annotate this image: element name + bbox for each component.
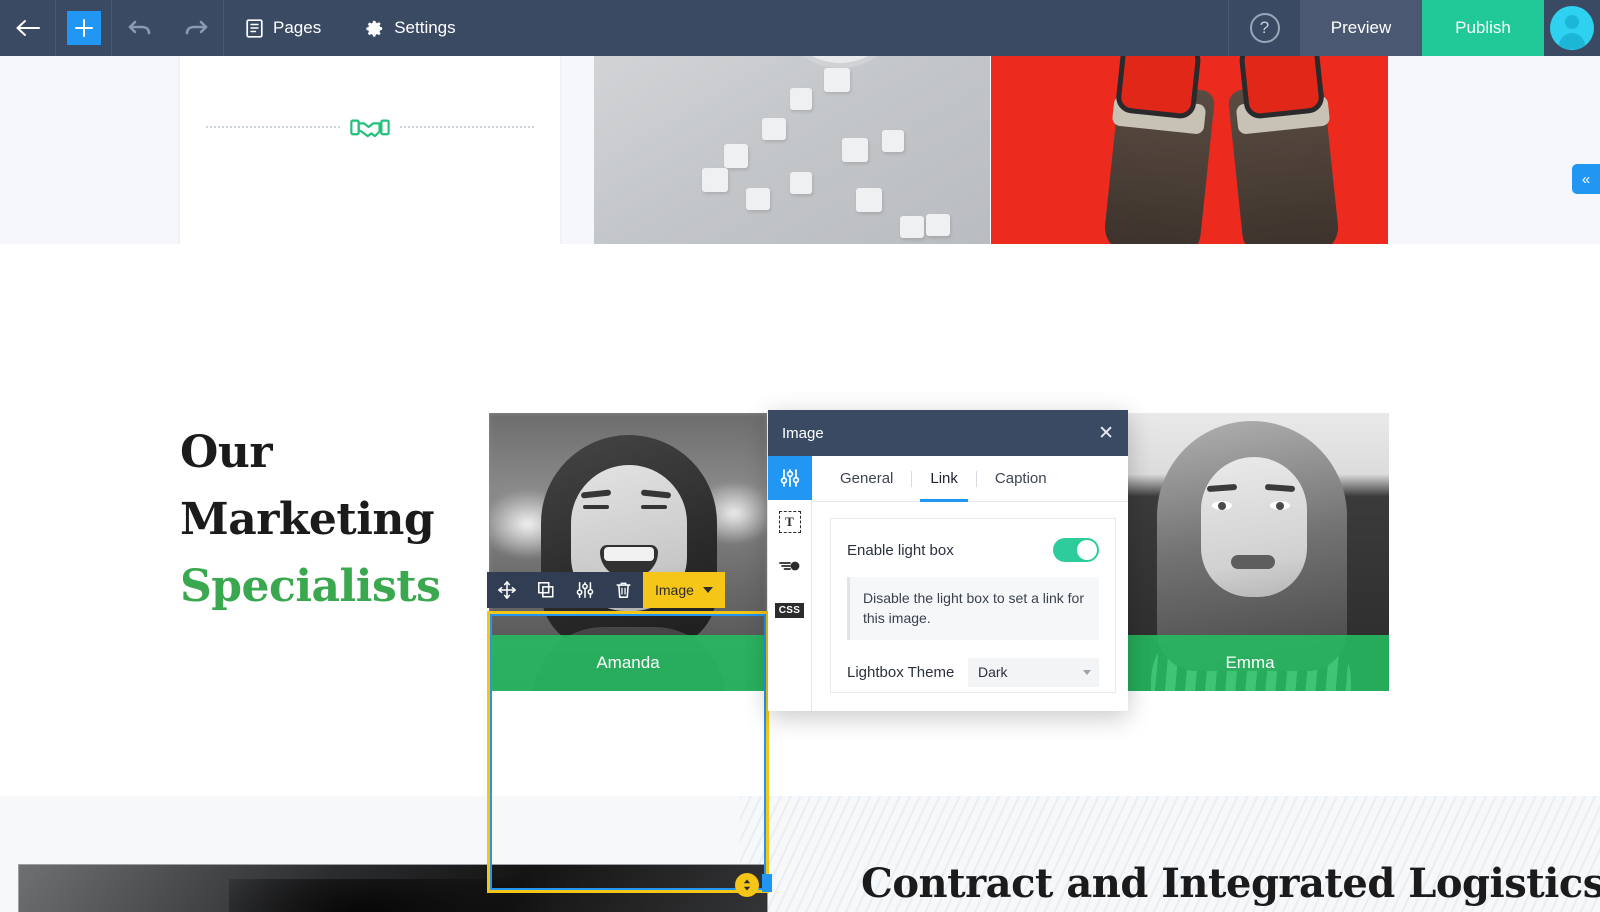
dialog-panel-link: Enable light box Disable the light box t… bbox=[812, 502, 1128, 711]
delete-button[interactable] bbox=[604, 572, 643, 608]
text-box-icon: T bbox=[778, 511, 801, 533]
lightbox-toggle-row: Enable light box bbox=[847, 533, 1099, 567]
tab-link[interactable]: Link bbox=[912, 456, 976, 502]
undo-arrow-icon bbox=[128, 20, 151, 35]
divider-with-icon bbox=[206, 112, 534, 142]
divider-line-right bbox=[400, 126, 534, 128]
collapse-panel-tab[interactable]: « bbox=[1572, 164, 1600, 194]
rail-item-animation[interactable] bbox=[768, 544, 812, 588]
dialog-body: T CSS General Link Caption Enable light … bbox=[767, 456, 1128, 711]
rail-item-settings[interactable] bbox=[767, 456, 812, 500]
top-toolbar: Pages Settings ? Preview Publish bbox=[0, 0, 1600, 56]
pages-label: Pages bbox=[273, 18, 322, 37]
sliders-icon bbox=[576, 582, 593, 598]
redo-arrow-icon bbox=[185, 20, 207, 35]
trash-icon bbox=[616, 582, 631, 598]
link-settings-card: Enable light box Disable the light box t… bbox=[830, 518, 1116, 693]
feature-card[interactable] bbox=[180, 56, 560, 246]
section-features bbox=[0, 56, 1600, 246]
caption-emma: Emma bbox=[1111, 635, 1389, 691]
back-button[interactable] bbox=[0, 0, 56, 56]
caption-amanda: Amanda bbox=[489, 635, 767, 691]
pages-menu-item[interactable]: Pages bbox=[224, 0, 343, 56]
red-sneakers-image[interactable] bbox=[991, 56, 1388, 246]
publish-button[interactable]: Publish bbox=[1422, 0, 1544, 56]
image-settings-dialog[interactable]: Image ✕ T CSS General Link Caption Enabl… bbox=[767, 410, 1128, 711]
sugar-cubes-image[interactable] bbox=[594, 56, 990, 246]
logistics-title: Contract and Integrated Logistics bbox=[861, 860, 1600, 907]
headline-line-1: Our bbox=[180, 427, 273, 478]
chevron-down-icon bbox=[702, 587, 713, 593]
bowl-shape bbox=[776, 56, 904, 68]
dialog-header[interactable]: Image ✕ bbox=[768, 410, 1128, 456]
chevron-down-icon bbox=[1083, 669, 1091, 675]
copy-icon bbox=[537, 582, 554, 598]
shoe-right bbox=[1236, 56, 1326, 120]
section-logistics: Contract and Integrated Logistics bbox=[0, 796, 1600, 912]
element-toolbar: Image bbox=[487, 572, 725, 608]
pages-icon bbox=[246, 18, 263, 38]
arrow-left-icon bbox=[16, 20, 40, 36]
team-card-amanda[interactable]: Amanda bbox=[489, 413, 767, 691]
redo-button[interactable] bbox=[168, 0, 224, 56]
duplicate-button[interactable] bbox=[526, 572, 565, 608]
headline-line-3: Specialists bbox=[180, 560, 441, 612]
lightbox-theme-select[interactable]: Dark bbox=[968, 657, 1099, 687]
help-button[interactable]: ? bbox=[1228, 0, 1300, 56]
animation-icon bbox=[778, 561, 799, 571]
dialog-tabs: General Link Caption bbox=[812, 456, 1128, 502]
undo-button[interactable] bbox=[112, 0, 168, 56]
settings-menu-item[interactable]: Settings bbox=[343, 0, 477, 56]
selection-nub[interactable] bbox=[762, 874, 772, 892]
element-type-dropdown[interactable]: Image bbox=[643, 572, 725, 608]
resize-vertical-icon bbox=[743, 879, 751, 891]
element-settings-button[interactable] bbox=[565, 572, 604, 608]
tab-general[interactable]: General bbox=[822, 456, 911, 502]
add-element-button[interactable] bbox=[56, 0, 112, 56]
resize-handle[interactable] bbox=[735, 873, 759, 897]
team-card-emma[interactable]: Emma bbox=[1111, 413, 1389, 691]
question-mark-icon: ? bbox=[1249, 13, 1280, 43]
close-icon[interactable]: ✕ bbox=[1098, 424, 1114, 443]
move-button[interactable] bbox=[487, 572, 526, 608]
css-icon: CSS bbox=[774, 602, 805, 618]
preview-button[interactable]: Preview bbox=[1300, 0, 1422, 56]
lightbox-hint: Disable the light box to set a link for … bbox=[847, 577, 1099, 640]
divider-line-left bbox=[206, 126, 340, 128]
dialog-title: Image bbox=[782, 424, 824, 442]
toggle-knob bbox=[1077, 540, 1097, 560]
logistics-image[interactable] bbox=[18, 864, 768, 912]
dialog-side-rail: T CSS bbox=[767, 456, 812, 711]
settings-label: Settings bbox=[394, 18, 456, 37]
move-arrows-icon bbox=[497, 581, 516, 599]
lightbox-theme-label: Lightbox Theme bbox=[847, 663, 955, 681]
rail-item-css[interactable]: CSS bbox=[768, 588, 812, 632]
rail-item-typography[interactable]: T bbox=[768, 500, 812, 544]
plus-icon[interactable] bbox=[66, 11, 101, 45]
handshake-icon bbox=[350, 119, 390, 138]
user-avatar-icon bbox=[1550, 6, 1594, 50]
dialog-main: General Link Caption Enable light box Di… bbox=[812, 456, 1128, 711]
page-canvas[interactable]: Our Marketing Specialists Amanda Emma Im… bbox=[0, 56, 1600, 912]
element-type-label: Image bbox=[655, 582, 694, 598]
tab-caption[interactable]: Caption bbox=[977, 456, 1065, 502]
lightbox-toggle-label: Enable light box bbox=[847, 541, 954, 559]
shoe-left bbox=[1114, 56, 1204, 120]
gear-icon bbox=[366, 20, 383, 37]
sliders-icon bbox=[780, 469, 799, 487]
headline-line-2: Marketing bbox=[180, 493, 435, 545]
page-title: Our Marketing Specialists bbox=[180, 420, 510, 621]
lightbox-toggle[interactable] bbox=[1053, 538, 1099, 562]
lightbox-theme-value: Dark bbox=[978, 664, 1008, 681]
account-avatar-button[interactable] bbox=[1544, 0, 1600, 56]
lightbox-theme-row: Lightbox Theme Dark bbox=[847, 657, 1099, 687]
